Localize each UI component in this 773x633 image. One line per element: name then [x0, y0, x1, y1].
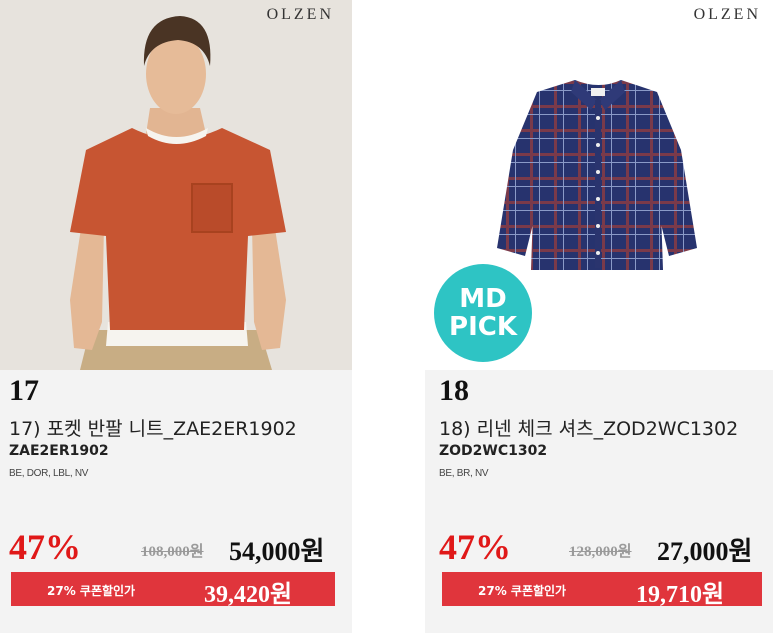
coupon-label: 27% 쿠폰할인가: [47, 584, 136, 598]
product-card[interactable]: OLZEN 17 17) 포켓 반팔 니트_ZAE2ER1902 ZAE2ER1…: [0, 0, 352, 633]
product-colors: BE, DOR, LBL, NV: [9, 468, 89, 479]
sale-price: 54,000원: [229, 537, 325, 566]
product-name[interactable]: 17) 포켓 반팔 니트_ZAE2ER1902: [9, 414, 297, 441]
model-wearing-knit-image: [0, 0, 352, 370]
discount-rate: 47%: [9, 527, 81, 567]
md-pick-badge: MD PICK: [434, 264, 532, 362]
brand-logo: OLZEN: [693, 6, 761, 23]
rank-number: 18: [439, 374, 469, 407]
product-name[interactable]: 18) 리넨 체크 셔츠_ZOD2WC1302: [439, 414, 738, 441]
product-image[interactable]: OLZEN MD PICK: [425, 0, 773, 370]
brand-logo: OLZEN: [266, 6, 334, 23]
product-code: ZOD2WC1302: [439, 443, 548, 459]
badge-line-md: MD: [459, 284, 507, 314]
coupon-price-bar[interactable]: 27% 쿠폰할인가 39,420원: [11, 572, 335, 608]
product-code: ZAE2ER1902: [9, 443, 109, 459]
rank-number: 17: [9, 374, 39, 407]
coupon-price: 19,710원: [636, 582, 725, 608]
coupon-price-bar[interactable]: 27% 쿠폰할인가 19,710원: [442, 572, 762, 608]
original-price: 128,000원: [569, 544, 632, 560]
product-colors: BE, BR, NV: [439, 468, 489, 479]
badge-line-pick: PICK: [449, 312, 517, 342]
product-image[interactable]: OLZEN: [0, 0, 352, 370]
product-card[interactable]: OLZEN MD PICK 18 18) 리넨 체크 셔츠_ZOD2WC1302…: [425, 0, 773, 633]
original-price: 108,000원: [141, 544, 204, 560]
sale-price: 27,000원: [657, 537, 753, 566]
coupon-label: 27% 쿠폰할인가: [478, 584, 567, 598]
discount-rate: 47%: [439, 527, 511, 567]
coupon-price: 39,420원: [204, 582, 293, 608]
